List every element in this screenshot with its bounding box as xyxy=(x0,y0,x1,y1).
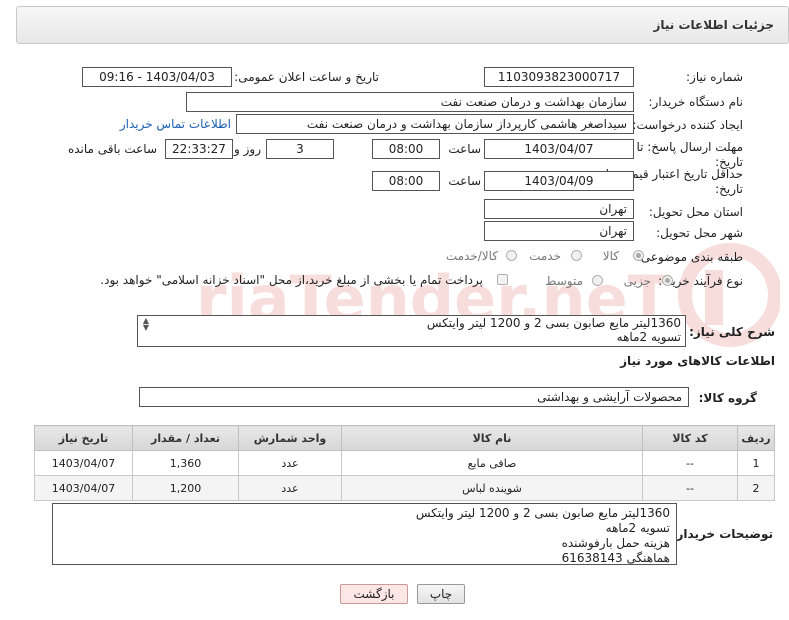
deadline-time-label: ساعت xyxy=(448,142,481,156)
table-row: 2 -- شوینده لباس عدد 1,200 1403/04/07 xyxy=(34,475,775,501)
buyer-desc-line-1: 1360لیتر مایع صابون بسی 2 و 1200 لیتر وا… xyxy=(415,506,670,520)
col-header-code: کد کالا xyxy=(642,425,738,451)
category-goods-radio[interactable] xyxy=(633,250,644,261)
page-header: جزئیات اطلاعات نیاز xyxy=(16,6,789,44)
remaining-time-field: 22:33:27 xyxy=(165,139,233,159)
need-number-label: شماره نیاز: xyxy=(686,70,743,84)
validity-date-field: 1403/04/09 xyxy=(484,171,634,191)
province-field: تهران xyxy=(484,199,634,219)
deadline-label: مهلت ارسال پاسخ: تا xyxy=(636,140,743,154)
summary-line-2: تسویه 2ماهه xyxy=(616,330,681,344)
need-number-field: 1103093823000717 xyxy=(484,67,634,87)
buyer-desc-box: 1360لیتر مایع صابون بسی 2 و 1200 لیتر وا… xyxy=(52,503,677,565)
creator-label: ایجاد کننده درخواست: xyxy=(632,118,743,132)
col-header-row: ردیف xyxy=(737,425,775,451)
treasury-payment-note: پرداخت تمام یا بخشی از مبلغ خرید،از محل … xyxy=(100,273,483,287)
deadline-date-field: 1403/04/07 xyxy=(484,139,634,159)
category-label: طبقه بندی موضوعی: xyxy=(636,250,743,264)
summary-line-1: 1360لیتر مایع صابون بسی 2 و 1200 لیتر وا… xyxy=(426,316,681,330)
province-label: استان محل تحویل: xyxy=(648,205,743,219)
cell-name: شوینده لباس xyxy=(341,475,643,501)
creator-field: سیداصغر هاشمی کارپرداز سازمان بهداشت و د… xyxy=(236,114,634,134)
cell-code: -- xyxy=(642,450,738,476)
goods-group-label: گروه کالا: xyxy=(698,391,757,405)
summary-textarea[interactable]: 1360لیتر مایع صابون بسی 2 و 1200 لیتر وا… xyxy=(137,315,686,347)
category-goods-label: کالا xyxy=(602,249,619,263)
cell-row: 1 xyxy=(737,450,775,476)
summary-scroll-arrows[interactable]: ▲ ▼ xyxy=(140,317,152,332)
col-header-unit: واحد شمارش xyxy=(238,425,342,451)
remaining-label: ساعت باقی مانده xyxy=(67,142,157,156)
category-both-radio[interactable] xyxy=(506,250,517,261)
announce-label: تاریخ و ساعت اعلان عمومی: xyxy=(234,70,379,84)
cell-qty: 1,200 xyxy=(132,475,239,501)
validity-time-label: ساعت xyxy=(448,174,481,188)
col-header-date: تاریخ نیاز xyxy=(34,425,133,451)
table-header-row: ردیف کد کالا نام کالا واحد شمارش تعداد /… xyxy=(34,425,775,451)
cell-code: -- xyxy=(642,475,738,501)
cell-name: صافی مایع xyxy=(341,450,643,476)
process-minor-radio[interactable] xyxy=(662,275,673,286)
cell-date: 1403/04/07 xyxy=(34,450,133,476)
cell-unit: عدد xyxy=(238,450,342,476)
cell-date: 1403/04/07 xyxy=(34,475,133,501)
cell-unit: عدد xyxy=(238,475,342,501)
print-button[interactable]: چاپ xyxy=(417,584,465,604)
validity-time-field: 08:00 xyxy=(372,171,440,191)
col-header-qty: تعداد / مقدار xyxy=(132,425,239,451)
treasury-payment-checkbox[interactable] xyxy=(497,274,508,285)
days-remaining-field: 3 xyxy=(266,139,334,159)
items-table: ردیف کد کالا نام کالا واحد شمارش تعداد /… xyxy=(34,425,775,501)
cell-row: 2 xyxy=(737,475,775,501)
goods-section-title: اطلاعات کالاهای مورد نیاز xyxy=(620,354,775,368)
validity-label-date: تاریخ: xyxy=(715,182,743,196)
category-service-radio[interactable] xyxy=(571,250,582,261)
buyer-desc-line-2: تسویه 2ماهه xyxy=(605,521,670,535)
buyer-org-field: سازمان بهداشت و درمان صنعت نفت xyxy=(186,92,634,112)
goods-group-field: محصولات آرایشی و بهداشتی xyxy=(139,387,689,407)
deadline-time-field: 08:00 xyxy=(372,139,440,159)
page-title: جزئیات اطلاعات نیاز xyxy=(653,18,774,32)
buyer-desc-label: توضیحات خریدار: xyxy=(671,527,773,541)
city-label: شهر محل تحویل: xyxy=(656,226,743,240)
cell-qty: 1,360 xyxy=(132,450,239,476)
buyer-desc-line-3: هزینه حمل بارفوشنده xyxy=(561,536,670,550)
city-field: تهران xyxy=(484,221,634,241)
process-medium-radio[interactable] xyxy=(592,275,603,286)
buyer-org-label: نام دستگاه خریدار: xyxy=(648,95,744,109)
buyer-desc-line-4: هماهنگی 61638143 xyxy=(561,551,670,565)
process-minor-label: جزیی xyxy=(623,274,651,288)
process-medium-label: متوسط xyxy=(545,274,583,288)
announce-field: 1403/04/03 - 09:16 xyxy=(82,67,232,87)
days-label: روز و xyxy=(234,142,261,156)
col-header-name: نام کالا xyxy=(341,425,643,451)
table-row: 1 -- صافی مایع عدد 1,360 1403/04/07 xyxy=(34,450,775,476)
category-service-label: خدمت xyxy=(529,249,561,263)
contact-buyer-link[interactable]: اطلاعات تماس خریدار xyxy=(120,117,231,131)
category-both-label: کالا/خدمت xyxy=(445,249,498,263)
back-button[interactable]: بازگشت xyxy=(340,584,408,604)
summary-label: شرح کلی نیاز: xyxy=(689,325,775,339)
